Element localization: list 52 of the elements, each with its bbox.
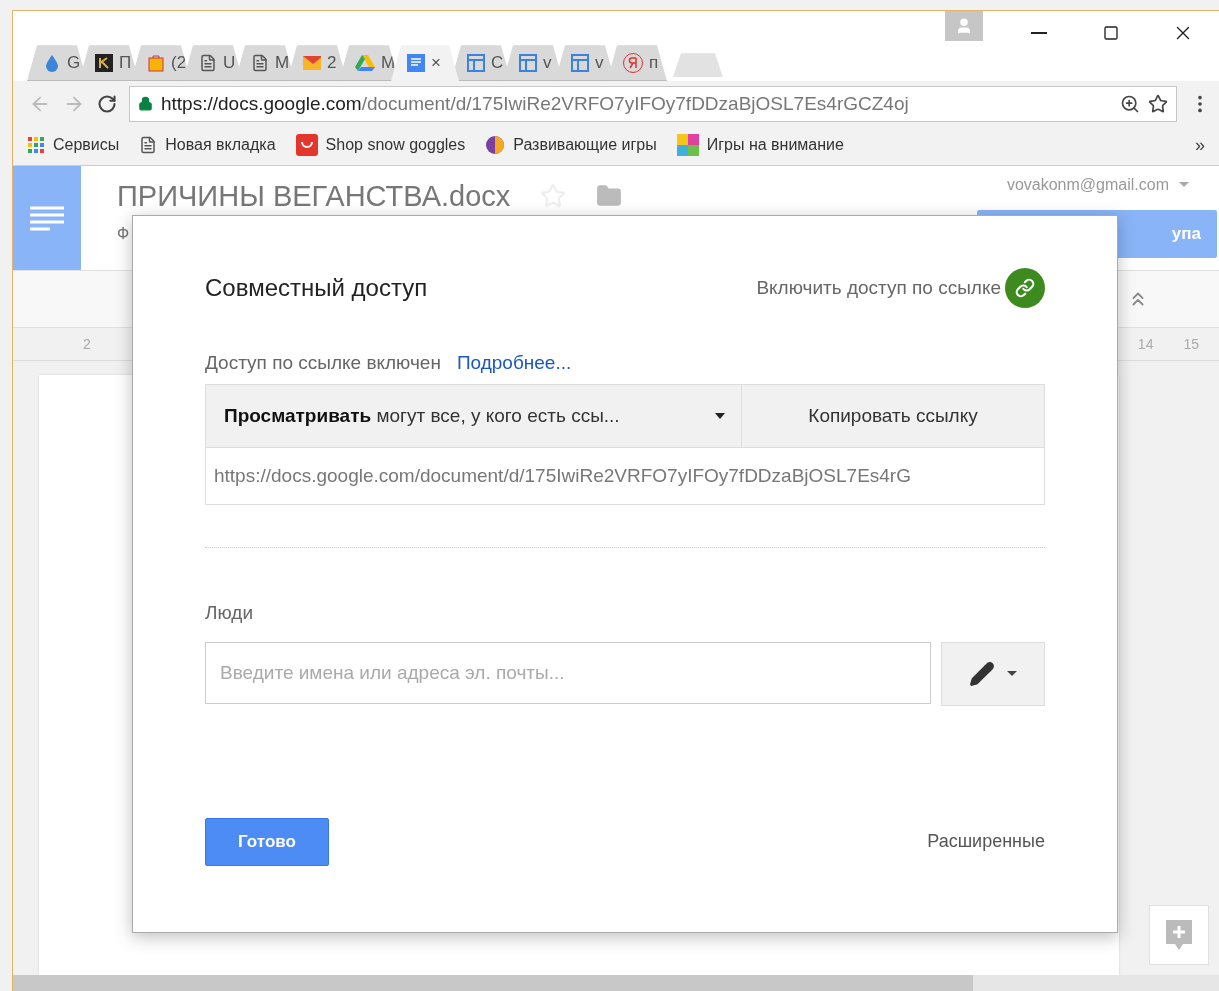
- mosaic-icon: [676, 134, 699, 157]
- dialog-title: Совместный доступ: [205, 274, 428, 302]
- browser-tab[interactable]: п: [607, 45, 667, 82]
- minimize-icon: [1031, 32, 1047, 34]
- ruler-number: 2: [83, 336, 91, 352]
- learn-more-link[interactable]: Подробнее...: [456, 352, 572, 374]
- envelope-icon: [303, 53, 321, 72]
- reload-icon[interactable]: [97, 93, 117, 114]
- maximize-icon: [1103, 25, 1119, 41]
- bookmark-link[interactable]: Развивающие игры: [485, 135, 657, 156]
- ruler-number: 15: [1183, 336, 1199, 352]
- bookmark-link[interactable]: Shop snow goggles: [295, 134, 466, 157]
- bookmark-link[interactable]: Игры на внимание: [676, 134, 844, 157]
- link-sharing-toggle[interactable]: Включить доступ по ссылке: [756, 268, 1045, 308]
- advanced-link[interactable]: Расширенные: [927, 831, 1045, 853]
- account-email[interactable]: vovakonm@gmail.com: [1006, 176, 1169, 194]
- bookmark-link[interactable]: Сервисы: [27, 136, 120, 155]
- page-icon: [139, 136, 158, 155]
- page-icon: [199, 53, 217, 72]
- add-comment-icon: [1166, 920, 1192, 950]
- ruler-number: 14: [1137, 336, 1154, 352]
- people-input-field[interactable]: Введите имена или адреса эл. почты...: [205, 642, 931, 704]
- bookmark-link[interactable]: Новая вкладка: [139, 136, 276, 155]
- table-icon: [467, 53, 485, 72]
- ball-icon: [485, 135, 506, 156]
- done-button[interactable]: Готово: [205, 818, 329, 866]
- table-icon: [571, 53, 589, 72]
- document-title[interactable]: ПРИЧИНЫ ВЕГАНСТВА.docx: [117, 180, 511, 213]
- zoom-icon[interactable]: [1120, 93, 1140, 114]
- people-label: Люди: [205, 602, 254, 624]
- lock-icon: [138, 96, 153, 112]
- pencil-icon: [969, 661, 995, 687]
- star-icon[interactable]: [1148, 93, 1168, 114]
- triangle-logo-icon: [355, 52, 375, 73]
- docs-logo-icon[interactable]: [13, 166, 81, 270]
- add-comment-button[interactable]: [1149, 905, 1209, 965]
- link-icon: [1005, 268, 1045, 308]
- more-bookmarks-button[interactable]: »: [1195, 135, 1205, 156]
- document-icon: [407, 54, 425, 73]
- permission-button[interactable]: [941, 642, 1045, 706]
- link-field[interactable]: https://docs.google.com/document/d/175IwiRe2VRFO7yIFOy7fDDzaBjOSL7Es4rG: [205, 448, 1045, 505]
- address-bar[interactable]: https://docs.google.com/document/d/175IwiRe2VRFO7yIFOy7fDDzaBjOSL7Es4rGCZ4oj: [129, 85, 1177, 122]
- profile-icon[interactable]: [945, 11, 983, 41]
- table-icon: [519, 53, 537, 72]
- link-status-text: Доступ по ссылке включен: [205, 352, 441, 374]
- apps-grid-icon: [27, 136, 45, 155]
- smile-bag-icon: [295, 134, 318, 157]
- drop-icon: [43, 53, 61, 72]
- bag-icon: [147, 53, 165, 72]
- letter-k-icon: [95, 53, 113, 72]
- page-icon: [251, 53, 269, 72]
- caret-icon[interactable]: [1179, 182, 1189, 188]
